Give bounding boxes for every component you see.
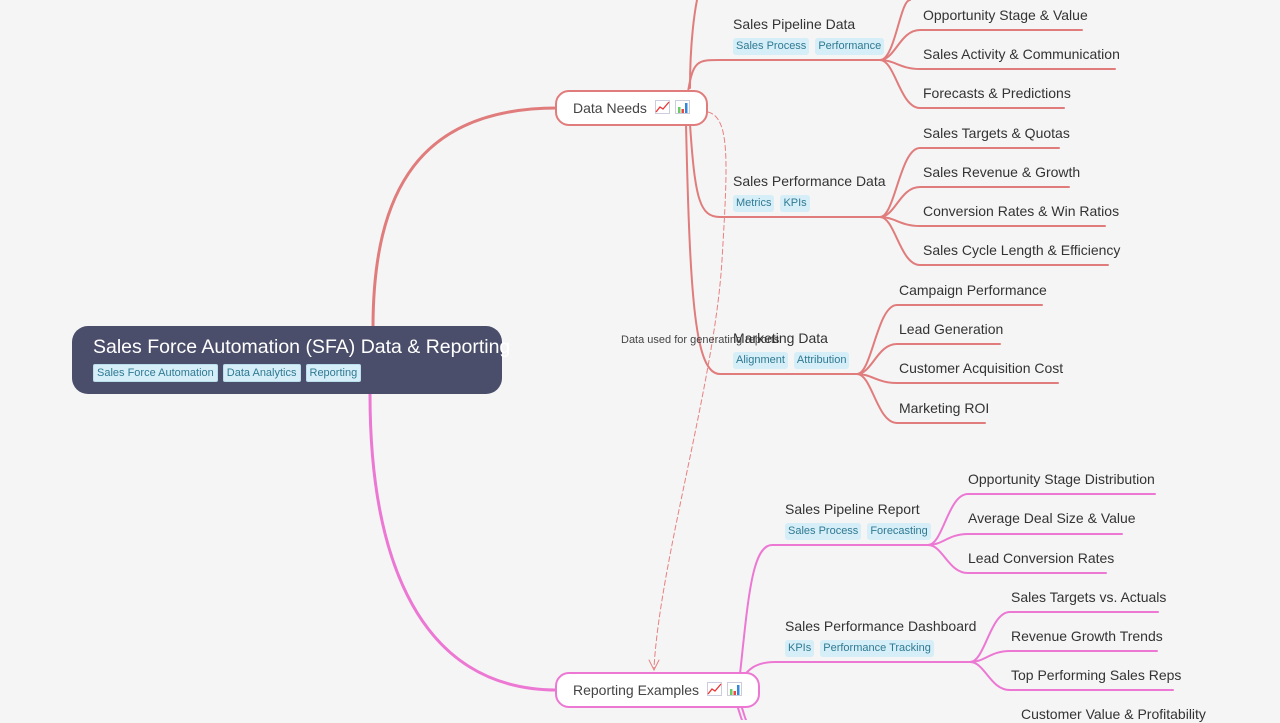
leaf-topic[interactable]: Sales Cycle Length & Efficiency xyxy=(923,241,1120,259)
tag[interactable]: Sales Force Automation xyxy=(93,364,218,382)
subtopic-label: Sales Performance Dashboard xyxy=(785,618,977,634)
edge-reporting-performance-dashboard xyxy=(739,661,971,681)
subtopic-tags: Sales Process Performance xyxy=(733,38,885,55)
leaf-topic[interactable]: Lead Conversion Rates xyxy=(968,549,1114,567)
subtopic-label: Sales Pipeline Report xyxy=(785,501,920,517)
tag[interactable]: Metrics xyxy=(733,195,775,212)
subtopic-label: Marketing Data xyxy=(733,330,828,346)
tag[interactable]: Alignment xyxy=(733,352,788,369)
leaf-topic[interactable]: Opportunity Stage Distribution xyxy=(968,470,1155,488)
branch-label: Data Needs xyxy=(573,100,647,116)
leaf-topic[interactable]: Sales Targets vs. Actuals xyxy=(1011,588,1166,606)
edge-root-reporting xyxy=(368,392,559,692)
subtopic-tags: Sales Process Forecasting xyxy=(785,523,931,540)
tag[interactable]: Reporting xyxy=(305,364,362,382)
subtopic-tags: KPIs Performance Tracking xyxy=(785,640,976,657)
chart-increasing-icon xyxy=(706,675,722,707)
leaf-topic[interactable]: Sales Activity & Communication xyxy=(923,45,1120,63)
branch-label: Reporting Examples xyxy=(573,682,700,698)
root-topic[interactable]: Sales Force Automation (SFA) Data & Repo… xyxy=(72,326,511,394)
leaf-topic[interactable]: Customer Value & Profitability xyxy=(1021,705,1206,723)
leaf-topic[interactable]: Campaign Performance xyxy=(899,281,1047,299)
tag[interactable]: KPIs xyxy=(785,640,815,657)
tag[interactable]: Performance Tracking xyxy=(820,640,934,657)
edge-data-needs-pipeline xyxy=(687,59,881,93)
subtopic-label: Sales Pipeline Data xyxy=(733,16,856,32)
leaf-topic[interactable]: Customer Acquisition Cost xyxy=(899,359,1063,377)
edge-leaf xyxy=(927,533,1123,546)
subtopic-sales-performance-data[interactable]: Sales Performance Data Metrics KPIs xyxy=(733,172,886,212)
leaf-topic[interactable]: Conversion Rates & Win Ratios xyxy=(923,202,1119,220)
tag[interactable]: Sales Process xyxy=(733,38,810,55)
subtopic-tags: Alignment Attribution xyxy=(733,352,850,369)
subtopic-sales-pipeline-data[interactable]: Sales Pipeline Data Sales Process Perfor… xyxy=(733,15,885,55)
leaf-topic[interactable]: Average Deal Size & Value xyxy=(968,509,1136,527)
leaf-topic[interactable]: Sales Revenue & Growth xyxy=(923,163,1080,181)
leaf-topic[interactable]: Marketing ROI xyxy=(899,399,989,417)
root-tags: Sales Force Automation Data Analytics Re… xyxy=(93,364,502,382)
subtopic-sales-performance-dashboard[interactable]: Sales Performance Dashboard KPIs Perform… xyxy=(785,617,976,657)
chart-increasing-icon xyxy=(654,93,670,125)
bar-chart-icon xyxy=(674,93,690,125)
edge-root-data-needs xyxy=(371,106,559,330)
tag[interactable]: Performance xyxy=(815,38,885,55)
leaf-topic[interactable]: Top Performing Sales Reps xyxy=(1011,666,1181,684)
subtopic-marketing-data[interactable]: Marketing Data Alignment Attribution xyxy=(733,329,850,369)
leaf-topic[interactable]: Forecasts & Predictions xyxy=(923,84,1071,102)
subtopic-label: Sales Performance Data xyxy=(733,173,886,189)
tag[interactable]: Sales Process xyxy=(785,523,862,540)
branch-data-needs[interactable]: Data Needs xyxy=(555,90,708,126)
subtopic-sales-pipeline-report[interactable]: Sales Pipeline Report Sales Process Fore… xyxy=(785,500,931,540)
bar-chart-icon xyxy=(726,675,742,707)
tag[interactable]: Forecasting xyxy=(867,523,931,540)
leaf-topic[interactable]: Opportunity Stage & Value xyxy=(923,6,1088,24)
leaf-topic[interactable]: Lead Generation xyxy=(899,320,1003,338)
tag[interactable]: KPIs xyxy=(780,195,810,212)
leaf-topic[interactable]: Revenue Growth Trends xyxy=(1011,627,1163,645)
subtopic-tags: Metrics KPIs xyxy=(733,195,886,212)
root-title: Sales Force Automation (SFA) Data & Repo… xyxy=(93,336,511,358)
edge-leaf xyxy=(969,650,1158,663)
branch-reporting-examples[interactable]: Reporting Examples xyxy=(555,672,760,708)
tag[interactable]: Data Analytics xyxy=(222,364,301,382)
relationship-arrow xyxy=(653,111,727,669)
tag[interactable]: Attribution xyxy=(793,352,850,369)
leaf-topic[interactable]: Sales Targets & Quotas xyxy=(923,124,1070,142)
